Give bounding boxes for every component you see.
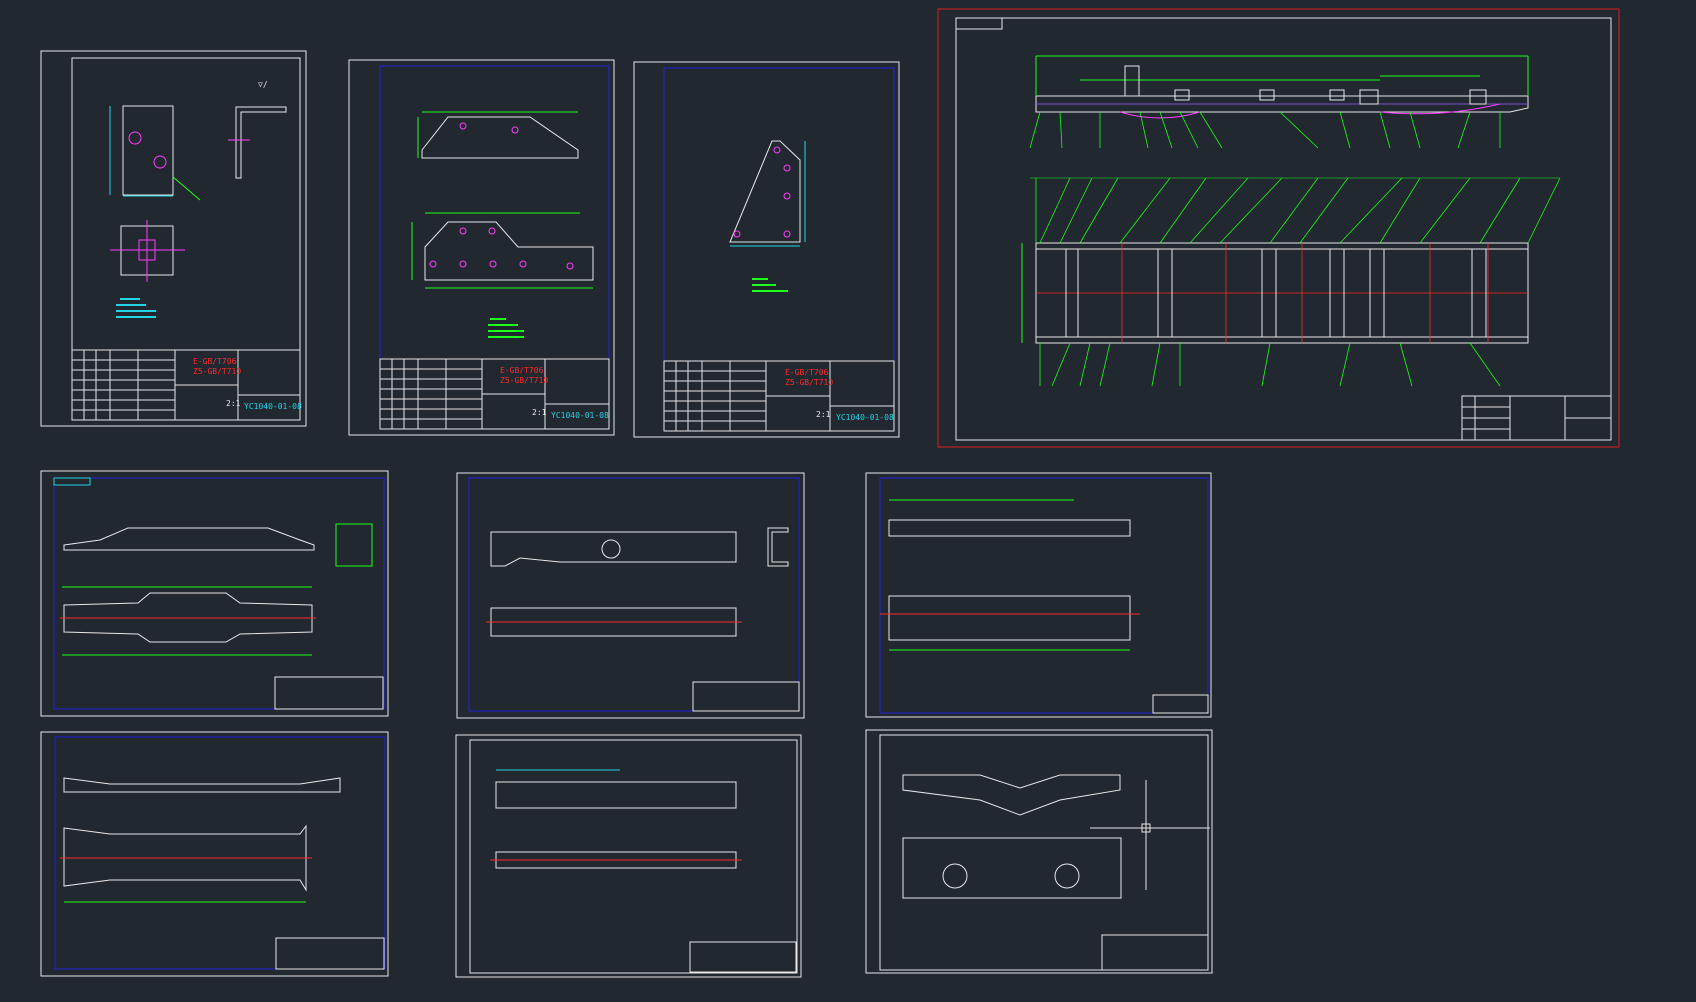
sheet2-std-line2: Z5-GB/T710	[500, 376, 549, 385]
sheet1-std-line1: E-GB/T706	[193, 357, 237, 366]
roughness-symbol-icon: ▽∕	[258, 80, 268, 89]
sheet3-std-line1: E-GB/T706	[785, 368, 829, 377]
drawing-sheet-crossmember-4[interactable]	[40, 731, 389, 977]
title-block	[1461, 395, 1612, 441]
drawing-sheet-plates[interactable]	[348, 59, 615, 436]
sheet3-std-line2: Z5-GB/T710	[785, 378, 834, 387]
drawing-sheet-crossmember-2[interactable]	[456, 472, 805, 719]
sheet2-std-line1: E-GB/T706	[500, 366, 544, 375]
drawing-sheet-crossmember-6[interactable]	[865, 729, 1213, 974]
drawing-sheet-frame-assembly[interactable]	[937, 8, 1620, 448]
sheet2-scale: 2:1	[532, 408, 547, 417]
drawing-sheet-crossmember-3[interactable]	[865, 472, 1212, 718]
sheet3-part-no: YC1040-01-08	[836, 413, 894, 422]
sheet1-scale: 2:1	[226, 399, 241, 408]
model-space-canvas[interactable]	[0, 0, 1696, 1002]
sheet1-part-no: YC1040-01-08	[244, 402, 302, 411]
sheet3-scale: 2:1	[816, 410, 831, 419]
drawing-sheet-gusset[interactable]	[633, 61, 900, 438]
drawing-sheet-crossmember-5[interactable]	[455, 734, 802, 978]
sheet1-std-line2: Z5-GB/T710	[193, 367, 242, 376]
drawing-sheet-crossmember-1[interactable]	[40, 470, 389, 717]
drawing-sheet-bracket[interactable]	[40, 50, 307, 427]
sheet2-part-no: YC1040-01-08	[551, 411, 609, 420]
